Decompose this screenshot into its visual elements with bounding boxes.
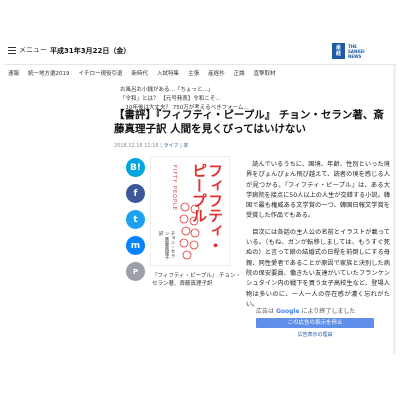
article-subcategory[interactable]: 本 [183, 143, 188, 149]
book-cover-image[interactable]: フィフティ・ピープル FIFTY PEOPLE チョン・セラン 斎藤真理子 訳 [150, 156, 230, 266]
site-logo[interactable]: 産 経 THE SANKEI NEWS [332, 43, 365, 59]
current-date: 平成31年3月22日（金） [50, 47, 131, 55]
hatena-icon: B! [130, 162, 141, 173]
faces-illustration [179, 202, 200, 260]
nav-item-election[interactable]: 統一地方選2019 [28, 69, 70, 77]
ad-heading-prefix: 広告は [256, 308, 275, 315]
article-paragraph: 読んでいるうちに、国境、年齢、性別といった境界をぴょんぴょん飛び越えて、読者の境… [246, 161, 390, 220]
share-buttons: B! f t m P [126, 158, 146, 281]
cover-title: フィフティ・ピープル [190, 163, 224, 253]
facebook-icon: f [133, 188, 138, 199]
google-logo: Google [275, 308, 300, 315]
ticker-item[interactable]: お風呂お小銭がある…「ちょっと…」 [120, 86, 390, 95]
twitter-share-button[interactable]: t [126, 210, 145, 229]
twitter-icon: t [133, 214, 138, 225]
nav-item-interview[interactable]: 直撃取材 [254, 69, 276, 77]
image-caption: 『フィフティ・ピープル』 チョン・セラン著、斎藤真理子訳 [152, 273, 241, 287]
site-header: メニュー 平成31年3月22日（金） 産 経 THE SANKEI NEWS [4, 40, 396, 65]
ticker-item[interactable]: 「令和」とは？ 【元号発表】令和こそ… [120, 95, 390, 104]
article-title: 【書評】『フィフティ・ピープル』 チョン・セラン著、斎藤真理子訳 人間を見くびっ… [114, 109, 384, 135]
facebook-share-button[interactable]: f [126, 184, 145, 203]
logo-text: THE SANKEI NEWS [348, 44, 365, 59]
ad-heading-suffix: により終了しました [301, 308, 356, 315]
nav-item-ichiro[interactable]: イチロー現役引退 [79, 69, 123, 77]
article-body: 読んでいるうちに、国境、年齢、性別といった境界をぴょんぴょん飛び越えて、読者の境… [246, 160, 390, 316]
messenger-share-button[interactable]: m [126, 236, 145, 255]
main-nav: 速報 統一地方選2019 イチロー現役引退 新時代 入試特集 主張 産経抄 正論… [4, 65, 400, 81]
nav-item-exam[interactable]: 入試特集 [157, 69, 179, 77]
hatena-share-button[interactable]: B! [126, 158, 145, 177]
article-paragraph: 目次には各話の主人公の名前とイラストが載っている。（もね、ガンが転移しましては、… [246, 228, 390, 308]
menu-label: メニュー [19, 46, 47, 54]
menu-button[interactable]: メニュー [8, 45, 47, 55]
cover-author: チョン・セラン 斎藤真理子 訳 [158, 231, 175, 260]
ad-heading: 広告は Google により終了しました [256, 306, 374, 315]
logo-text-line: NEWS [348, 53, 362, 59]
why-this-ad-link[interactable]: 広告表示の理由 [256, 331, 374, 338]
logo-text-line: SANKEI [348, 48, 365, 54]
messenger-icon: m [130, 240, 141, 251]
logo-mark: 産 経 [332, 43, 345, 59]
cover-subtitle: FIFTY PEOPLE [171, 165, 177, 211]
article-meta: 2018.12.16 11:16 | ライフ | 本 [114, 143, 189, 149]
ad-closed-notice: 広告は Google により終了しました この広告の表示を停止 広告表示の理由 [256, 306, 374, 338]
logo-mark-char: 経 [335, 51, 341, 57]
nav-item-new-era[interactable]: 新時代 [132, 69, 149, 77]
nav-item-seiron[interactable]: 正論 [234, 69, 245, 77]
stop-ad-button[interactable]: この広告の表示を停止 [256, 318, 374, 328]
hamburger-icon [8, 46, 16, 54]
page: メニュー 平成31年3月22日（金） 産 経 THE SANKEI NEWS 速… [0, 0, 400, 400]
nav-item-breaking[interactable]: 速報 [8, 69, 19, 77]
article-date: 2018.12.16 11:16 [114, 143, 159, 149]
nav-item-sankeisho[interactable]: 産経抄 [208, 69, 225, 77]
pinterest-share-button[interactable]: P [126, 262, 145, 281]
article-category[interactable]: ライフ [164, 143, 179, 149]
pinterest-icon: P [132, 267, 139, 276]
nav-item-editorial[interactable]: 主張 [188, 69, 199, 77]
